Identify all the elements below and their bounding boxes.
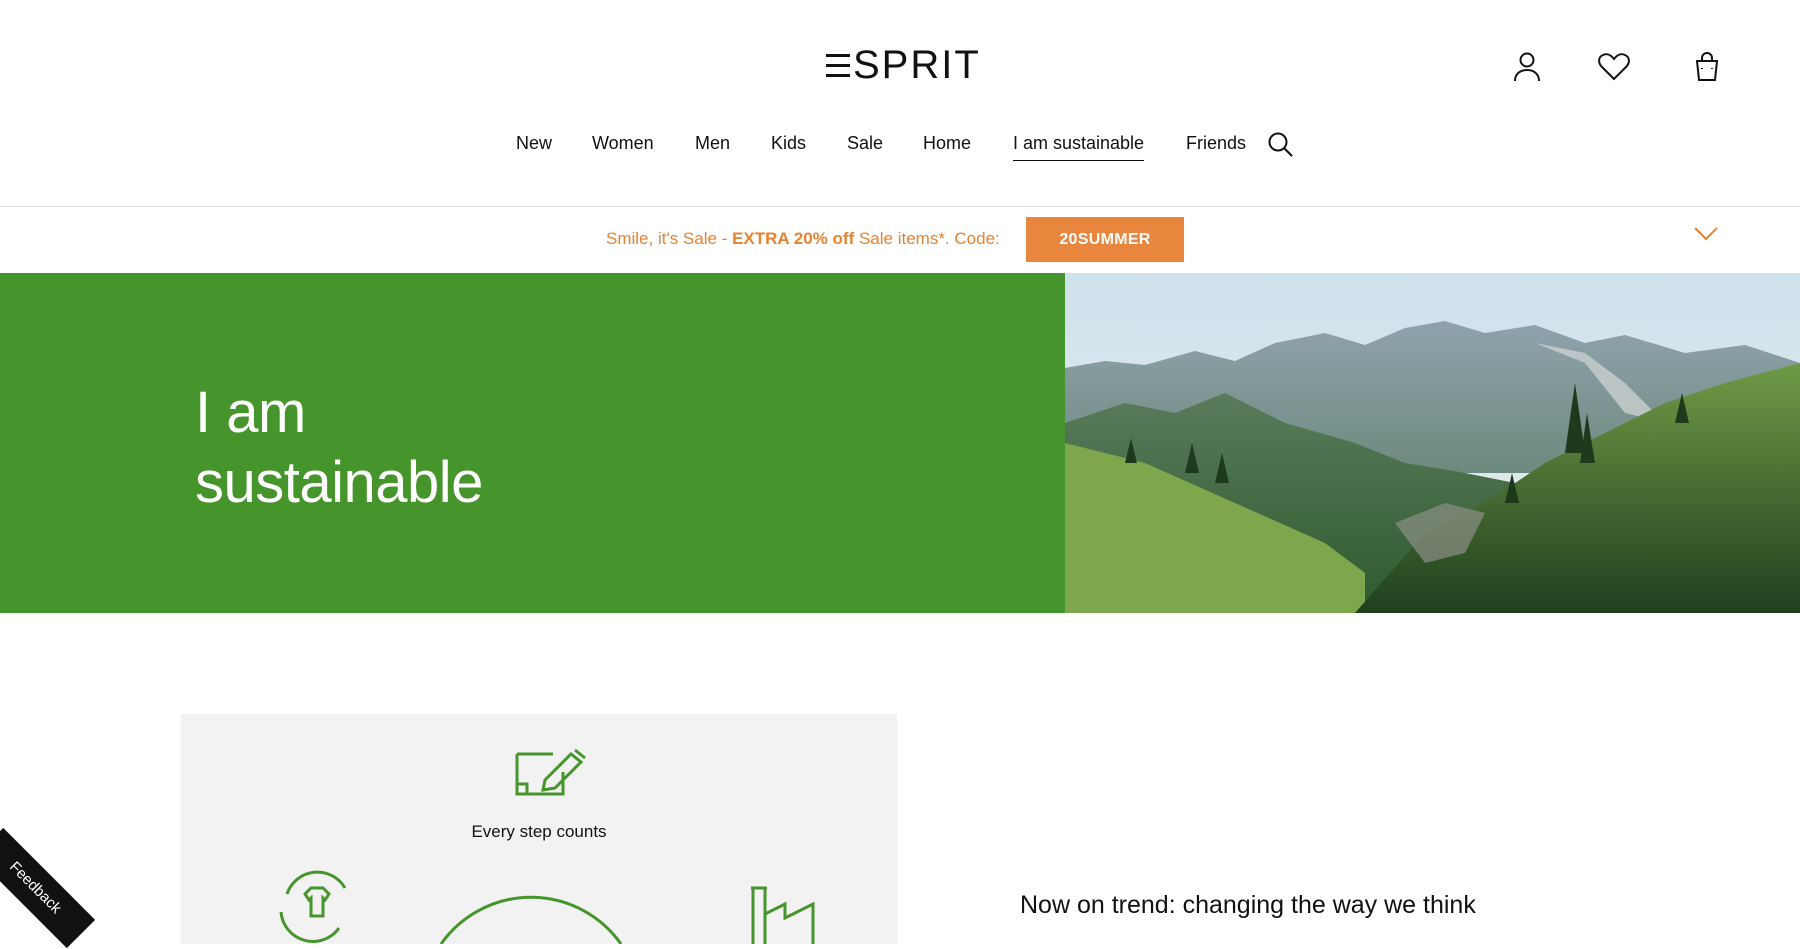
nav-item-friends[interactable]: Friends xyxy=(1186,133,1246,160)
promo-highlight: EXTRA 20% off xyxy=(732,229,855,248)
nav-item-new[interactable]: New xyxy=(516,133,552,160)
wishlist-icon[interactable] xyxy=(1596,48,1632,84)
search-icon[interactable] xyxy=(1267,131,1295,159)
hero-title-line-2: sustainable xyxy=(195,450,483,515)
esprit-logo[interactable]: SPRIT xyxy=(826,42,981,88)
nav-item-home[interactable]: Home xyxy=(923,133,971,160)
step-label: Every step counts xyxy=(471,822,607,841)
promo-code-badge[interactable]: 20SUMMER xyxy=(1026,217,1184,262)
nav-item-men[interactable]: Men xyxy=(695,133,730,160)
promo-suffix: Sale items*. Code: xyxy=(854,229,1000,248)
promo-prefix: Smile, it's Sale - xyxy=(606,229,733,248)
promo-banner: Smile, it's Sale - EXTRA 20% off Sale it… xyxy=(0,207,1800,274)
trend-heading: Now on trend: changing the way we think xyxy=(1020,891,1476,919)
design-sketch-icon xyxy=(511,744,589,800)
factory-icon xyxy=(741,884,821,944)
logo-text: SPRIT xyxy=(853,42,981,87)
site-header: SPRIT New Women Men Kids Sale Home I am … xyxy=(0,0,1800,207)
recycle-shirt-icon xyxy=(275,864,359,944)
hero-title-line-1: I am xyxy=(195,380,306,445)
main-nav: New Women Men Kids Sale Home I am sustai… xyxy=(0,133,1800,165)
logo-e-mark xyxy=(826,51,850,79)
chevron-down-icon[interactable] xyxy=(1692,224,1720,244)
hero-mountain-image xyxy=(1065,273,1800,613)
nav-item-kids[interactable]: Kids xyxy=(771,133,806,160)
promo-text: Smile, it's Sale - EXTRA 20% off Sale it… xyxy=(606,229,1000,249)
hero-green-panel xyxy=(0,273,1065,613)
hero-title: I am sustainable xyxy=(195,378,483,518)
nav-item-i-am-sustainable[interactable]: I am sustainable xyxy=(1013,133,1145,161)
account-icon[interactable] xyxy=(1509,48,1545,84)
nav-item-sale[interactable]: Sale xyxy=(847,133,883,160)
nav-item-women[interactable]: Women xyxy=(592,133,654,160)
cycle-arc-icon xyxy=(431,869,631,945)
shopping-bag-icon[interactable] xyxy=(1689,48,1725,84)
feedback-tab[interactable]: Feedback xyxy=(0,827,96,949)
sustainability-steps-panel: Every step counts xyxy=(181,714,897,945)
